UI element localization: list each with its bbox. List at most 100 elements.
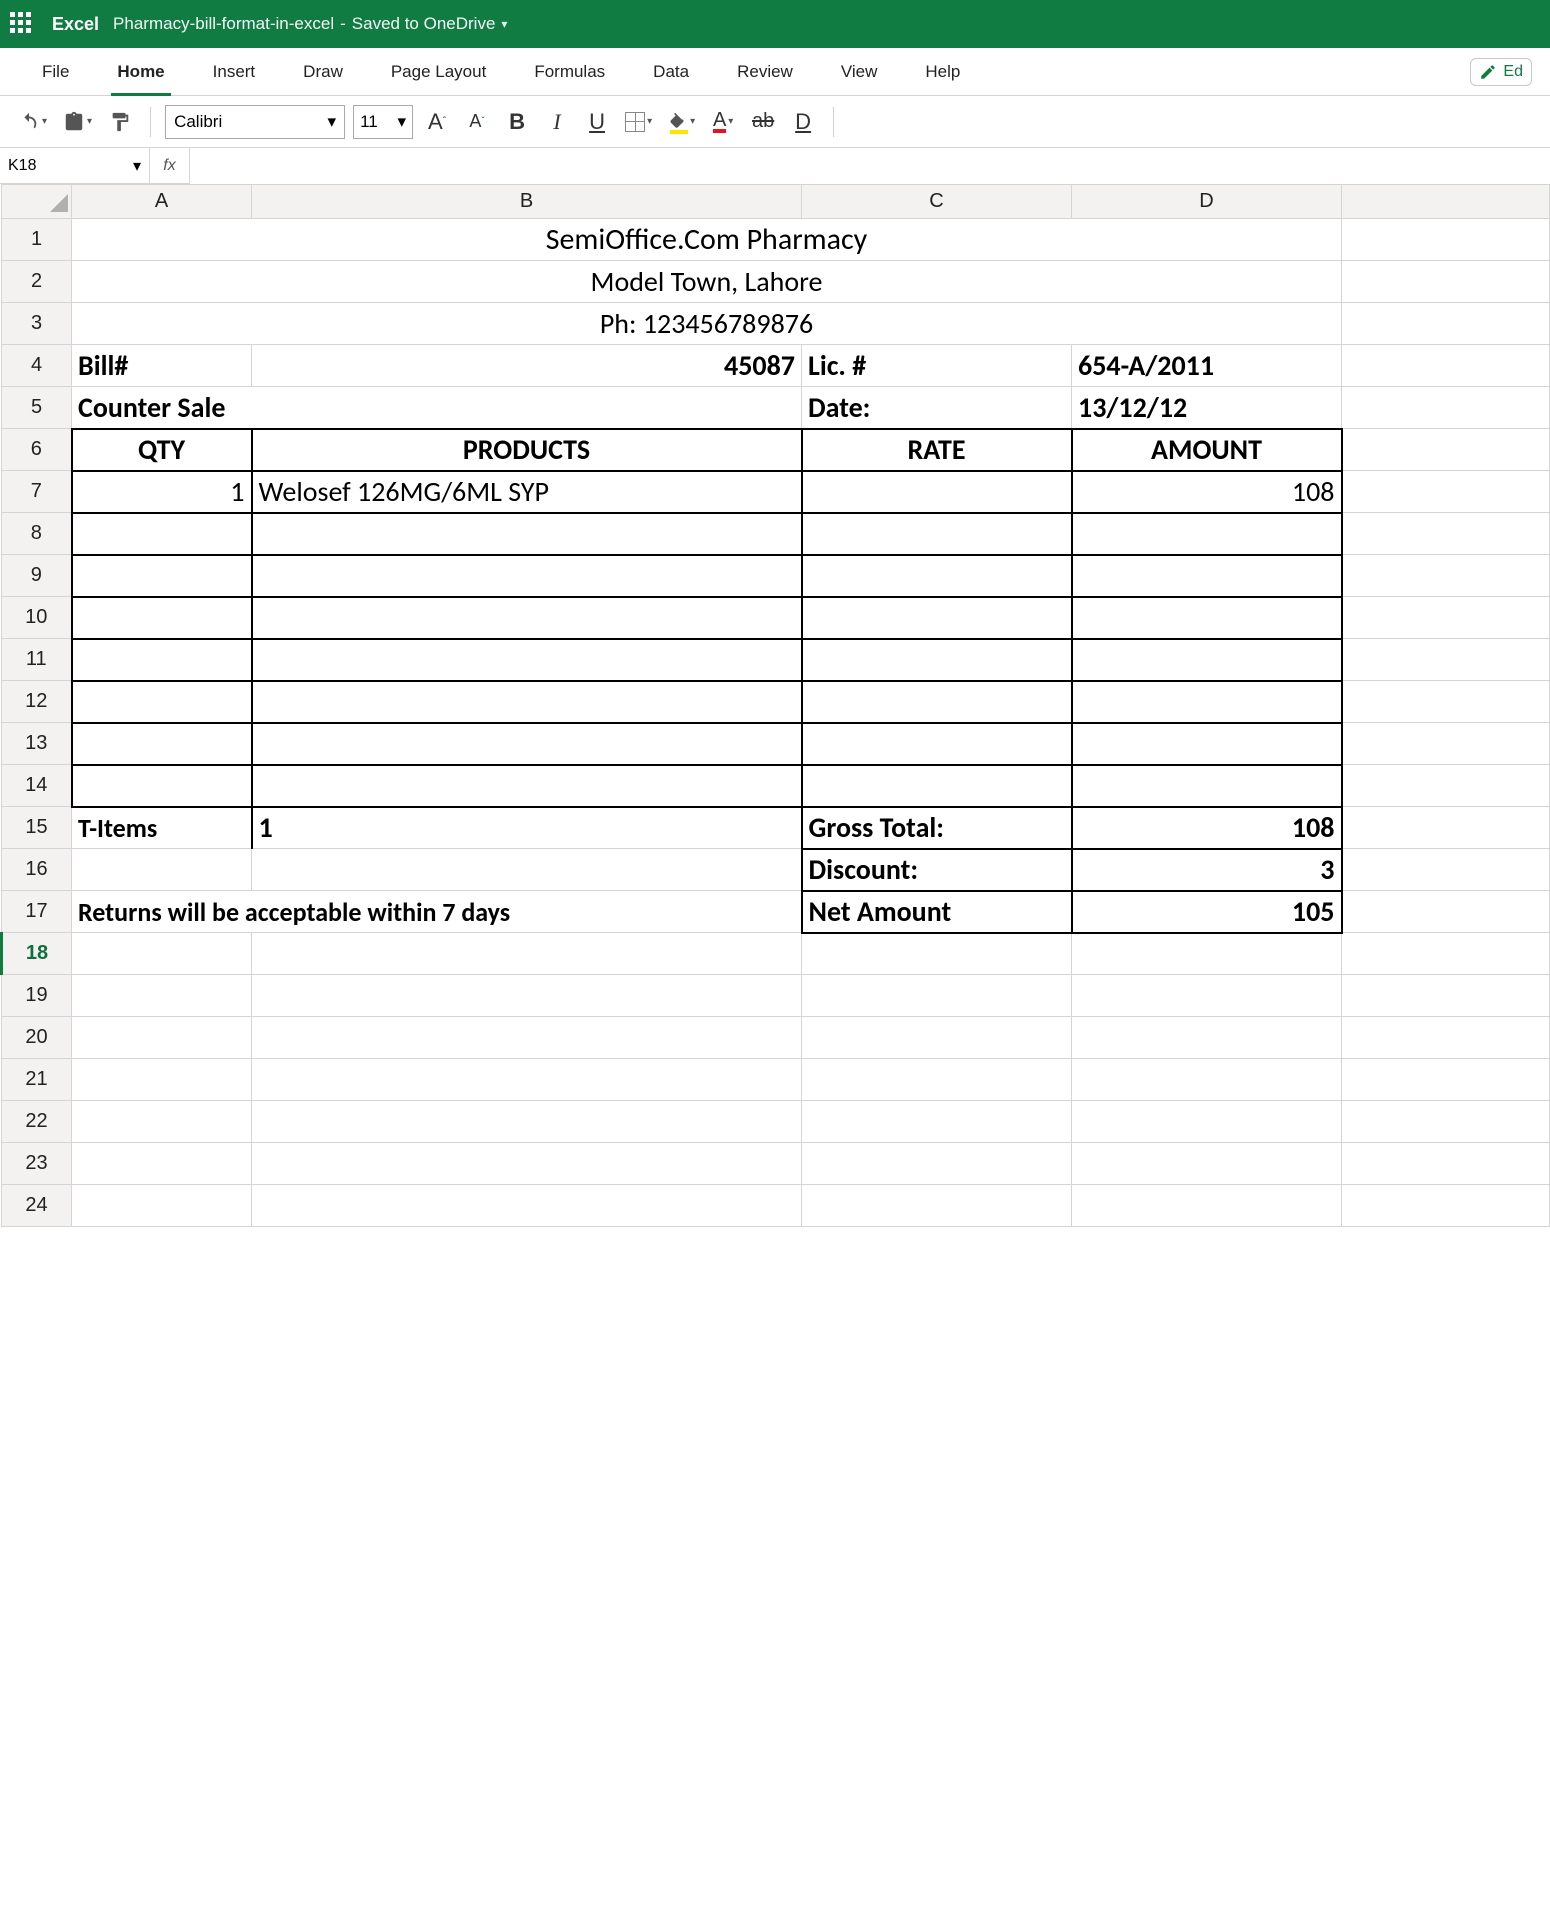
font-name-select[interactable]: Calibri ▾ — [165, 105, 345, 139]
cell-C18[interactable] — [802, 933, 1072, 975]
cell-C10[interactable] — [802, 597, 1072, 639]
paste-button[interactable]: ▾ — [59, 104, 96, 140]
tab-formulas[interactable]: Formulas — [510, 48, 629, 96]
app-launcher-icon[interactable] — [10, 12, 34, 36]
cell-D14[interactable] — [1072, 765, 1342, 807]
cell-D10[interactable] — [1072, 597, 1342, 639]
row-header-21[interactable]: 21 — [2, 1059, 72, 1101]
tab-page-layout[interactable]: Page Layout — [367, 48, 510, 96]
cell-B15[interactable]: 1 — [252, 807, 802, 849]
cell-B4[interactable]: 45087 — [252, 345, 802, 387]
select-all-corner[interactable] — [2, 185, 72, 219]
cell-B8[interactable] — [252, 513, 802, 555]
tab-review[interactable]: Review — [713, 48, 817, 96]
cell-A7[interactable]: 1 — [72, 471, 252, 513]
cell-A10[interactable] — [72, 597, 252, 639]
format-painter-button[interactable] — [104, 104, 136, 140]
cell-C16[interactable]: Discount: — [802, 849, 1072, 891]
tab-insert[interactable]: Insert — [189, 48, 280, 96]
cell-C11[interactable] — [802, 639, 1072, 681]
save-status[interactable]: Saved to OneDrive — [352, 14, 496, 34]
cell-C5[interactable]: Date: — [802, 387, 1072, 429]
cell-C4[interactable]: Lic. # — [802, 345, 1072, 387]
row-header-19[interactable]: 19 — [2, 975, 72, 1017]
cell-B10[interactable] — [252, 597, 802, 639]
cell-B16[interactable] — [252, 849, 802, 891]
row-header-23[interactable]: 23 — [2, 1143, 72, 1185]
row-header-18[interactable]: 18 — [2, 933, 72, 975]
cell-A5[interactable]: Counter Sale — [72, 387, 802, 429]
cell-C6[interactable]: RATE — [802, 429, 1072, 471]
cell-A17[interactable]: Returns will be acceptable within 7 days — [72, 891, 802, 933]
cell-A15[interactable]: T-Items — [72, 807, 252, 849]
row-header-22[interactable]: 22 — [2, 1101, 72, 1143]
tab-draw[interactable]: Draw — [279, 48, 367, 96]
col-header-B[interactable]: B — [252, 185, 802, 219]
bold-button[interactable]: B — [501, 104, 533, 140]
tab-view[interactable]: View — [817, 48, 902, 96]
cell-D18[interactable] — [1072, 933, 1342, 975]
cell-D7[interactable]: 108 — [1072, 471, 1342, 513]
row-header-9[interactable]: 9 — [2, 555, 72, 597]
cell-B11[interactable] — [252, 639, 802, 681]
font-size-select[interactable]: 11 ▾ — [353, 105, 413, 139]
cell-A13[interactable] — [72, 723, 252, 765]
tab-home[interactable]: Home — [93, 48, 188, 96]
cell-D9[interactable] — [1072, 555, 1342, 597]
cell-B14[interactable] — [252, 765, 802, 807]
row-header-10[interactable]: 10 — [2, 597, 72, 639]
col-header-extra[interactable] — [1342, 185, 1550, 219]
row-header-15[interactable]: 15 — [2, 807, 72, 849]
formula-input[interactable] — [190, 148, 1550, 184]
cell-D6[interactable]: AMOUNT — [1072, 429, 1342, 471]
name-box[interactable]: K18 ▾ — [0, 148, 150, 184]
shrink-font-button[interactable]: Aˇ — [461, 104, 493, 140]
fx-icon[interactable]: fx — [150, 148, 190, 184]
cell-D13[interactable] — [1072, 723, 1342, 765]
cell-B12[interactable] — [252, 681, 802, 723]
row-header-14[interactable]: 14 — [2, 765, 72, 807]
row-header-5[interactable]: 5 — [2, 387, 72, 429]
grow-font-button[interactable]: Aˆ — [421, 104, 453, 140]
cell-A3[interactable]: Ph: 123456789876 — [72, 303, 1342, 345]
row-header-12[interactable]: 12 — [2, 681, 72, 723]
row-header-24[interactable]: 24 — [2, 1185, 72, 1227]
cell-D12[interactable] — [1072, 681, 1342, 723]
italic-button[interactable]: I — [541, 104, 573, 140]
spreadsheet-grid[interactable]: A B C D 1 SemiOffice.Com Pharmacy 2 Mode… — [0, 184, 1550, 1227]
cell-C17[interactable]: Net Amount — [802, 891, 1072, 933]
row-header-11[interactable]: 11 — [2, 639, 72, 681]
row-header-8[interactable]: 8 — [2, 513, 72, 555]
cell-B13[interactable] — [252, 723, 802, 765]
col-header-C[interactable]: C — [802, 185, 1072, 219]
cell-D16[interactable]: 3 — [1072, 849, 1342, 891]
tab-file[interactable]: File — [18, 48, 93, 96]
cell-C9[interactable] — [802, 555, 1072, 597]
cell-B7[interactable]: Welosef 126MG/6ML SYP — [252, 471, 802, 513]
document-name[interactable]: Pharmacy-bill-format-in-excel — [113, 14, 334, 34]
cell-B6[interactable]: PRODUCTS — [252, 429, 802, 471]
cell-A11[interactable] — [72, 639, 252, 681]
cell-C7[interactable] — [802, 471, 1072, 513]
cell-A4[interactable]: Bill# — [72, 345, 252, 387]
cell-A2[interactable]: Model Town, Lahore — [72, 261, 1342, 303]
col-header-A[interactable]: A — [72, 185, 252, 219]
cell-D4[interactable]: 654-A/2011 — [1072, 345, 1342, 387]
cell-C15[interactable]: Gross Total: — [802, 807, 1072, 849]
row-header-4[interactable]: 4 — [2, 345, 72, 387]
row-header-7[interactable]: 7 — [2, 471, 72, 513]
cell-A6[interactable]: QTY — [72, 429, 252, 471]
tab-help[interactable]: Help — [901, 48, 984, 96]
col-header-D[interactable]: D — [1072, 185, 1342, 219]
cell-D8[interactable] — [1072, 513, 1342, 555]
cell-C12[interactable] — [802, 681, 1072, 723]
cell-A14[interactable] — [72, 765, 252, 807]
cell-D17[interactable]: 105 — [1072, 891, 1342, 933]
tab-data[interactable]: Data — [629, 48, 713, 96]
cell-A12[interactable] — [72, 681, 252, 723]
row-header-6[interactable]: 6 — [2, 429, 72, 471]
cell-C14[interactable] — [802, 765, 1072, 807]
row-header-17[interactable]: 17 — [2, 891, 72, 933]
editing-mode-button[interactable]: Ed — [1470, 58, 1532, 86]
cell-B9[interactable] — [252, 555, 802, 597]
